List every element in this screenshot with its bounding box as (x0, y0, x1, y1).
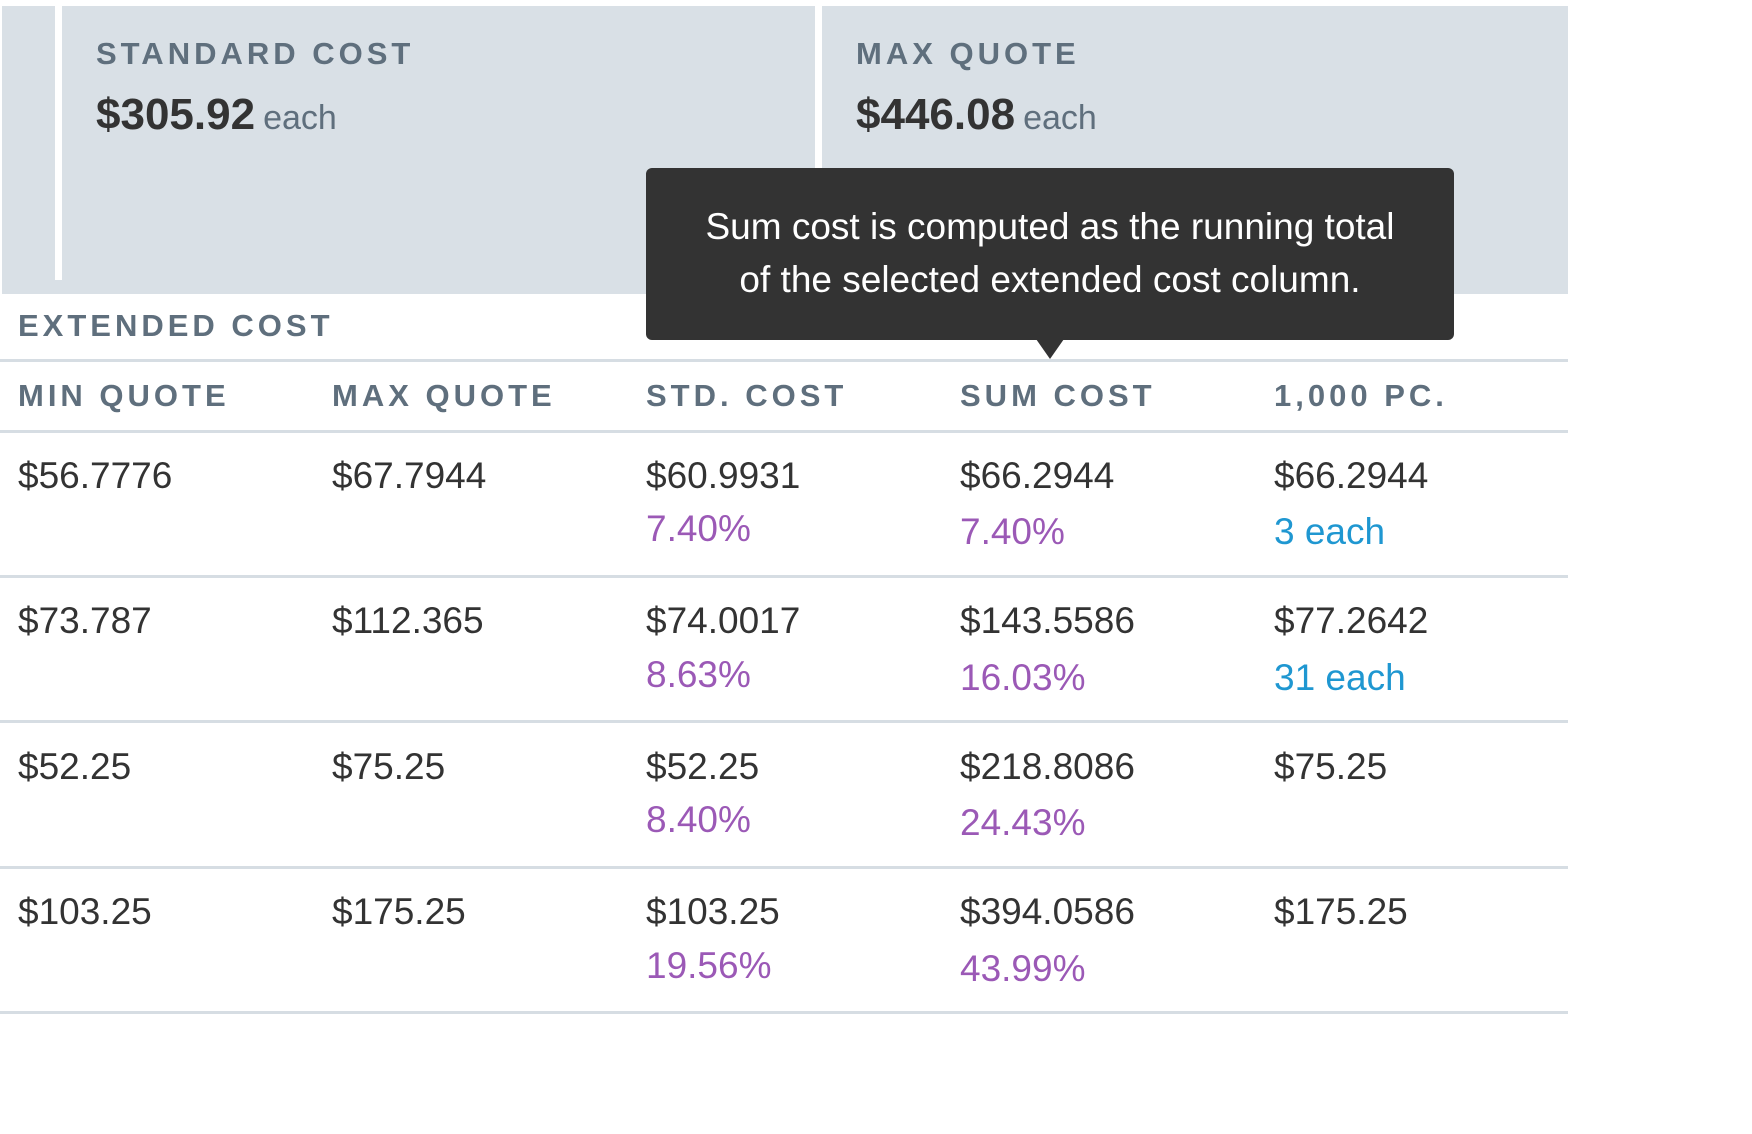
row2-max-quote: $112.365 (332, 600, 484, 641)
summary-left-edge (0, 0, 2, 294)
max-quote-label: MAX QUOTE (856, 36, 1080, 71)
row4-min-quote: $103.25 (18, 891, 152, 932)
row2-divider (0, 720, 1568, 723)
row3-sum-cost-percent: 24.43% (960, 802, 1086, 843)
standard-cost-value-line: $305.92 each (96, 90, 414, 150)
summary-top-border (0, 0, 1568, 6)
row2-sum-cost-percent: 16.03% (960, 657, 1086, 698)
row2-std-cost: $74.0017 (646, 600, 801, 641)
standard-cost-unit: each (263, 99, 337, 137)
max-quote-unit: each (1023, 99, 1097, 137)
header-bottom-rule (0, 430, 1568, 433)
row2-sum-cost: $143.5586 (960, 600, 1135, 641)
row2-1000-pc-quantity: 31 each (1274, 657, 1406, 698)
tooltip-line-1: Sum cost is computed as the running tota… (705, 206, 1395, 247)
tooltip-line-2: of the selected extended cost column. (739, 259, 1361, 300)
row3-std-cost: $52.25 (646, 746, 760, 787)
row3-1000-pc: $75.25 (1274, 746, 1388, 787)
column-header-max-quote[interactable]: MAX QUOTE (332, 376, 556, 416)
standard-cost-value: $305.92 (96, 90, 256, 139)
max-quote-value: $446.08 (856, 90, 1016, 139)
summary-divider-left (55, 6, 62, 280)
row4-std-cost: $103.25 (646, 891, 780, 932)
row1-divider (0, 575, 1568, 578)
row1-sum-cost: $66.2944 (960, 455, 1115, 496)
row3-max-quote: $75.25 (332, 746, 446, 787)
row4-1000-pc: $175.25 (1274, 891, 1408, 932)
row4-sum-cost: $394.0586 (960, 891, 1135, 932)
row4-sum-cost-percent: 43.99% (960, 948, 1086, 989)
row1-std-cost-percent: 7.40% (646, 508, 751, 549)
row1-min-quote: $56.7776 (18, 455, 173, 496)
row1-1000-pc: $66.2944 (1274, 455, 1429, 496)
row1-1000-pc-quantity: 3 each (1274, 511, 1386, 552)
tooltip-arrow (1036, 339, 1064, 359)
column-header-std-cost[interactable]: STD. COST (646, 376, 847, 416)
row4-divider (0, 1011, 1568, 1014)
row3-min-quote: $52.25 (18, 746, 132, 787)
column-header-1000-pc[interactable]: 1,000 PC. (1274, 376, 1448, 416)
max-quote-card: MAX QUOTE $446.08 each (856, 36, 1097, 150)
row4-std-cost-percent: 19.56% (646, 945, 772, 986)
sum-cost-tooltip: Sum cost is computed as the running tota… (646, 168, 1454, 340)
row2-std-cost-percent: 8.63% (646, 654, 751, 695)
row1-max-quote: $67.7944 (332, 455, 487, 496)
row3-sum-cost: $218.8086 (960, 746, 1135, 787)
column-header-sum-cost[interactable]: SUM COST (960, 376, 1156, 416)
column-header-min-quote[interactable]: MIN QUOTE (18, 376, 230, 416)
cost-breakdown-panel: STANDARD COST $305.92 each MAX QUOTE $446… (0, 0, 1568, 1016)
standard-cost-label: STANDARD COST (96, 36, 415, 71)
row3-std-cost-percent: 8.40% (646, 799, 751, 840)
row1-std-cost: $60.9931 (646, 455, 801, 496)
row2-min-quote: $73.787 (18, 600, 152, 641)
max-quote-value-line: $446.08 each (856, 90, 1097, 150)
row3-divider (0, 866, 1568, 869)
row2-1000-pc: $77.2642 (1274, 600, 1429, 641)
extended-cost-title: EXTENDED COST (18, 308, 334, 343)
row4-max-quote: $175.25 (332, 891, 466, 932)
standard-cost-card: STANDARD COST $305.92 each (96, 36, 414, 150)
row1-sum-cost-percent: 7.40% (960, 511, 1065, 552)
header-top-rule (0, 359, 1568, 362)
